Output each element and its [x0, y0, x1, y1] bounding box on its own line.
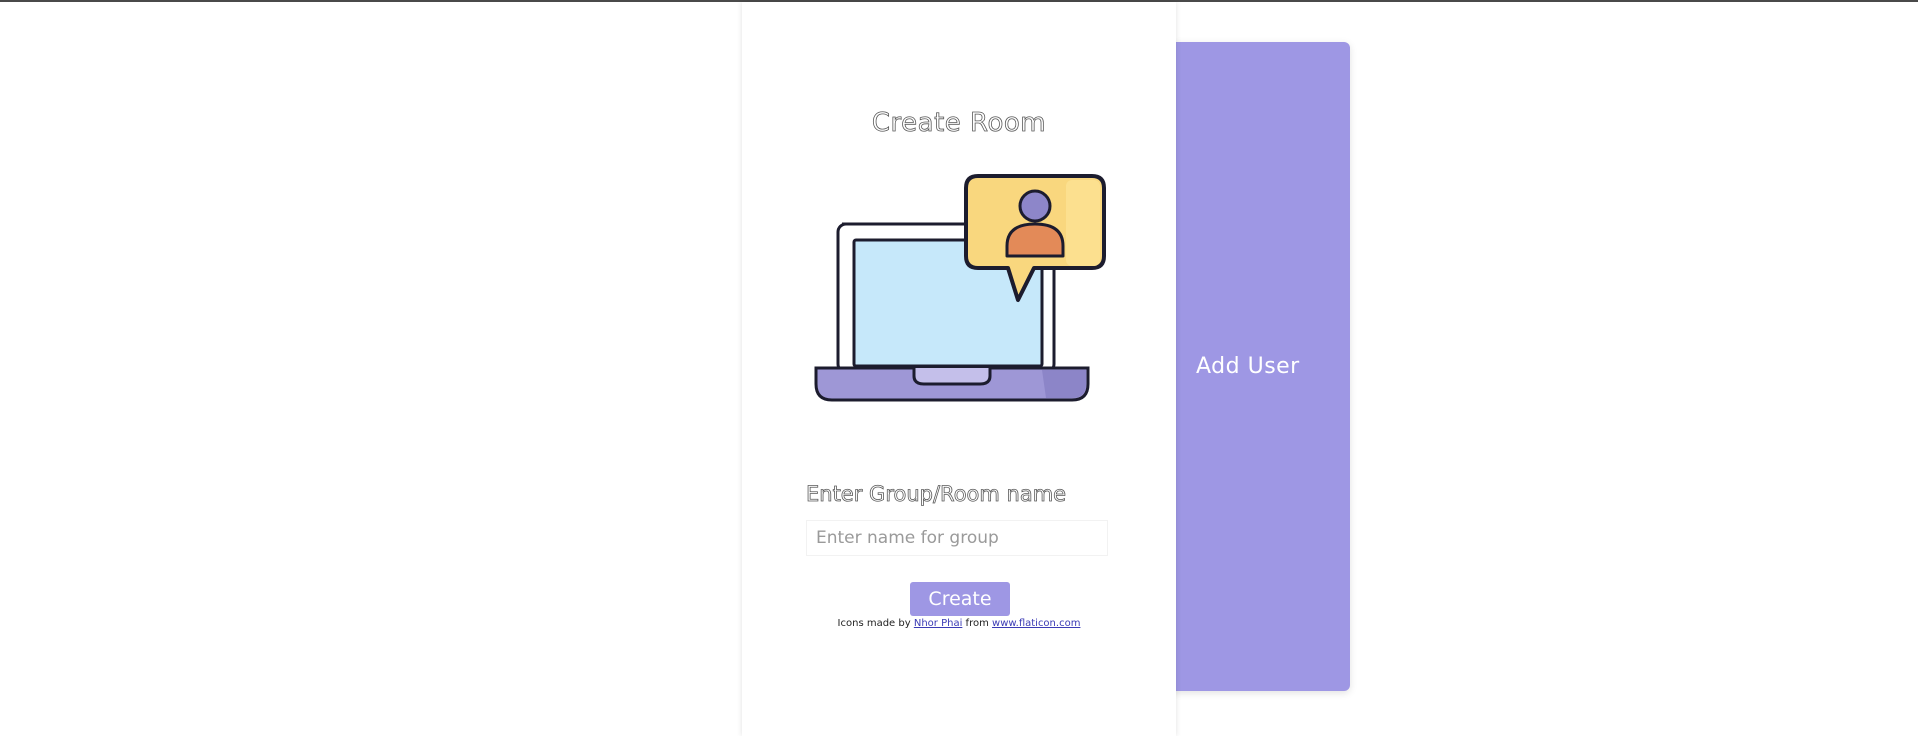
credits-prefix: Icons made by	[837, 618, 911, 629]
add-user-panel[interactable]: Add User	[1160, 42, 1350, 691]
create-room-card: Create Room Enter Group/Room name Create…	[742, 2, 1176, 736]
credits-middle: from	[965, 618, 989, 629]
create-button[interactable]: Create	[910, 582, 1010, 616]
flaticon-link[interactable]: www.flaticon.com	[992, 618, 1080, 629]
room-name-input[interactable]	[806, 520, 1108, 556]
add-user-label: Add User	[1196, 354, 1300, 379]
icon-credits: Icons made by Nhor Phai from www.flatico…	[742, 618, 1176, 629]
laptop-video-call-icon	[814, 174, 1106, 402]
author-link[interactable]: Nhor Phai	[914, 618, 963, 629]
room-name-label: Enter Group/Room name	[806, 482, 1067, 507]
page-title: Create Room	[871, 108, 1047, 139]
